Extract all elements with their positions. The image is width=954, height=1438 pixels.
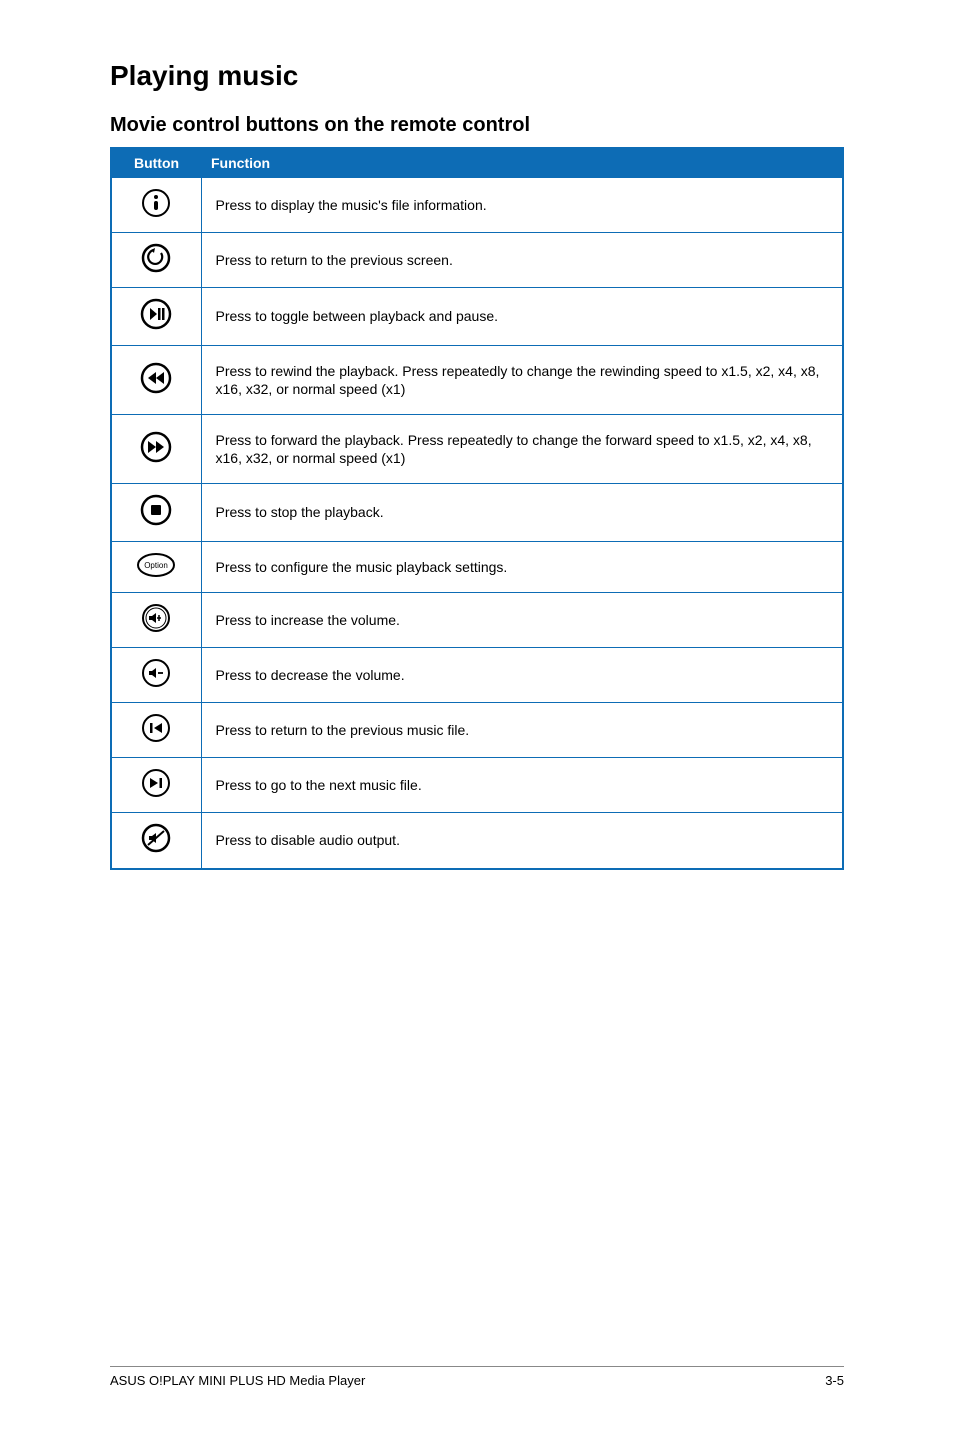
footer-left: ASUS O!PLAY MINI PLUS HD Media Player	[110, 1373, 365, 1388]
volume-up-icon	[141, 603, 171, 633]
table-row: Press to return to the previous music fi…	[111, 703, 843, 758]
playpause-icon	[140, 298, 172, 330]
volume-down-icon	[141, 658, 171, 688]
table-row: Press to rewind the playback. Press repe…	[111, 345, 843, 414]
desc: Press to toggle between playback and pau…	[201, 288, 843, 345]
desc: Press to return to the previous music fi…	[201, 703, 843, 758]
footer-right: 3-5	[825, 1373, 844, 1388]
stop-icon	[140, 494, 172, 526]
buttons-table: Button Function Press to display the mus…	[110, 147, 844, 870]
col-header-button: Button	[111, 148, 201, 178]
desc: Press to disable audio output.	[201, 813, 843, 869]
table-row: Option Press to configure the music play…	[111, 541, 843, 592]
svg-text:Option: Option	[144, 561, 168, 570]
desc: Press to rewind the playback. Press repe…	[201, 345, 843, 414]
table-row: Press to stop the playback.	[111, 484, 843, 541]
table-row: Press to display the music's file inform…	[111, 178, 843, 233]
desc: Press to decrease the volume.	[201, 647, 843, 702]
desc: Press to configure the music playback se…	[201, 541, 843, 592]
desc: Press to go to the next music file.	[201, 758, 843, 813]
page-subtitle: Movie control buttons on the remote cont…	[110, 114, 844, 137]
info-icon	[141, 188, 171, 218]
desc: Press to stop the playback.	[201, 484, 843, 541]
option-icon: Option	[136, 552, 176, 578]
prev-track-icon	[141, 713, 171, 743]
next-track-icon	[141, 768, 171, 798]
table-row: Press to disable audio output.	[111, 813, 843, 869]
table-row: Press to increase the volume.	[111, 592, 843, 647]
forward-icon	[140, 431, 172, 463]
col-header-function: Function	[201, 148, 843, 178]
desc: Press to increase the volume.	[201, 592, 843, 647]
table-row: Press to go to the next music file.	[111, 758, 843, 813]
rewind-icon	[140, 362, 172, 394]
mute-icon	[141, 823, 171, 853]
footer: ASUS O!PLAY MINI PLUS HD Media Player 3-…	[110, 1366, 844, 1388]
desc: Press to forward the playback. Press rep…	[201, 414, 843, 483]
desc: Press to return to the previous screen.	[201, 233, 843, 288]
desc: Press to display the music's file inform…	[201, 178, 843, 233]
table-row: Press to forward the playback. Press rep…	[111, 414, 843, 483]
return-icon	[141, 243, 171, 273]
table-row: Press to return to the previous screen.	[111, 233, 843, 288]
table-row: Press to toggle between playback and pau…	[111, 288, 843, 345]
page-title: Playing music	[110, 60, 844, 92]
table-row: Press to decrease the volume.	[111, 647, 843, 702]
